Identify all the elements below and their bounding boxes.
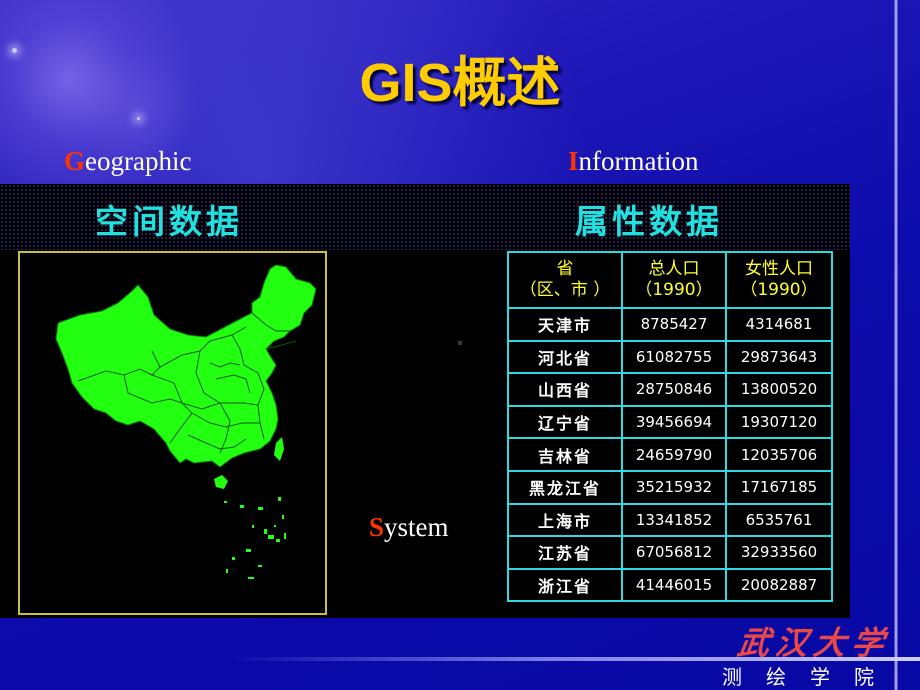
cell-female-population: 20082887 [725,567,833,603]
cell-total-population: 67056812 [621,535,727,570]
cell-female-population: 29873643 [725,339,833,375]
table-body: 天津市 8785427 4314681 河北省 61082755 29873643 山西省 2… [507,307,833,603]
cell-total-population: 28750846 [621,372,727,407]
initial-letter: I [568,146,579,176]
cell-province: 吉林省 [507,437,623,472]
china-map [18,251,327,615]
header-female-population: 女性人口 （1990） [725,251,833,309]
cell-province: 浙江省 [507,567,623,603]
cell-female-population: 12035706 [725,437,833,472]
table-row: 河北省 61082755 29873643 [507,339,833,375]
cell-province: 辽宁省 [507,404,623,440]
header-line2: （区、市 ） [519,280,611,300]
cell-province: 山西省 [507,372,623,407]
cell-female-population: 19307120 [725,404,833,440]
table-row: 江苏省 67056812 32933560 [507,535,833,570]
table-row: 浙江省 41446015 20082887 [507,567,833,603]
cell-total-population: 61082755 [621,339,727,375]
cell-female-population: 17167185 [725,469,833,505]
table-row: 辽宁省 39456694 19307120 [507,404,833,440]
hainan-island [214,475,228,489]
table-row: 山西省 28750846 13800520 [507,372,833,407]
china-mainland-shape [55,264,317,468]
word-system: System [369,512,449,543]
cell-female-population: 4314681 [725,307,833,342]
slide-title: GIS概述 [359,53,561,113]
attribute-table: 省 （区、市 ） 总人口 （1990） 女性人口 （1990） 天津市 87854… [507,251,833,603]
lens-flare [137,117,140,120]
spatial-data-heading: 空间数据 [95,202,243,241]
header-province: 省 （区、市 ） [507,251,623,309]
cell-total-population: 8785427 [621,307,727,342]
cell-province: 江苏省 [507,535,623,570]
word-rest: eographic [85,146,192,176]
header-line2: （1990） [635,280,713,300]
word-information: Information [568,146,699,177]
word-rest: ystem [384,512,449,542]
initial-letter: G [64,146,86,176]
cell-total-population: 35215932 [621,469,727,505]
header-line1: 女性人口 [745,259,813,279]
university-logo: 武汉大学 [735,624,893,662]
table-row: 上海市 13341852 6535761 [507,502,833,538]
cell-province: 河北省 [507,339,623,375]
cell-total-population: 24659790 [621,437,727,472]
stray-dot [458,341,462,345]
header-total-population: 总人口 （1990） [621,251,727,309]
cell-province: 上海市 [507,502,623,538]
cell-female-population: 13800520 [725,372,833,407]
cell-female-population: 32933560 [725,535,833,570]
word-geographic: Geographic [64,146,191,177]
china-map-graphic [55,264,317,579]
attribute-data-heading: 属性数据 [575,202,723,241]
table-row: 吉林省 24659790 12035706 [507,437,833,472]
south-china-sea-islands [224,497,286,579]
cell-total-population: 13341852 [621,502,727,538]
table-header-row: 省 （区、市 ） 总人口 （1990） 女性人口 （1990） [507,251,833,309]
header-line1: 总人口 [648,259,700,279]
table-row: 天津市 8785427 4314681 [507,307,833,342]
cell-total-population: 41446015 [621,567,727,603]
cell-total-population: 39456694 [621,404,727,440]
cell-female-population: 6535761 [725,502,833,538]
table-row: 黑龙江省 35215932 17167185 [507,469,833,505]
header-line2: （1990） [740,280,818,300]
cell-province: 黑龙江省 [507,469,623,505]
word-rest: nformation [578,146,699,176]
attribute-table-container: 省 （区、市 ） 总人口 （1990） 女性人口 （1990） 天津市 87854… [507,251,833,603]
cell-province: 天津市 [507,307,623,342]
header-line1: 省 [556,259,574,279]
department-name: 测绘学院 [722,665,898,689]
taiwan-island [274,437,284,461]
initial-letter: S [369,512,385,542]
